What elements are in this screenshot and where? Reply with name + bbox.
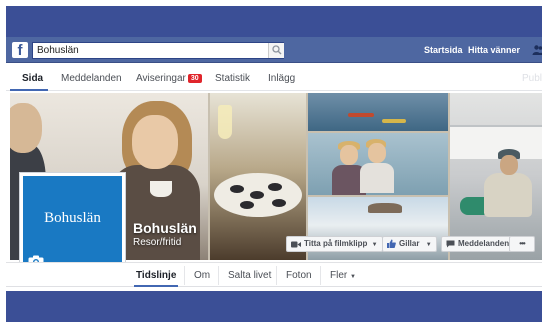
tab-more-label: Fler	[330, 270, 348, 281]
friend-requests-icon[interactable]	[532, 44, 542, 56]
chevron-down-icon: ▼	[371, 242, 378, 248]
search-button[interactable]	[268, 43, 284, 58]
home-link[interactable]: Startsida	[424, 45, 463, 55]
facebook-top-bar: f Bohuslän Startsida Hitta vänner	[6, 37, 542, 63]
page-title[interactable]: Bohuslän	[133, 220, 197, 236]
message-label: Meddelanden	[458, 239, 510, 248]
page-admin-tabs: Sida Meddelanden Aviseringar 30 Statistik…	[6, 63, 542, 91]
cover-photo-boat-man	[450, 93, 542, 260]
tab-insights[interactable]: Statistik	[215, 73, 250, 84]
tab-notifications-label: Aviseringar	[136, 73, 186, 84]
tab-messages[interactable]: Meddelanden	[61, 73, 122, 84]
video-camera-icon	[291, 241, 301, 248]
divider	[218, 266, 219, 285]
screenshot-frame-bottom	[0, 322, 542, 329]
watch-video-button[interactable]: Titta på filmklipp ▼	[286, 236, 383, 252]
publishing-tools-tab[interactable]: Publ	[522, 73, 542, 84]
search-icon	[272, 45, 282, 55]
cover-photo-children	[308, 133, 448, 195]
find-friends-link[interactable]: Hitta vänner	[468, 45, 520, 55]
frame-band-top	[6, 6, 542, 37]
profile-picture[interactable]: Bohuslän	[19, 172, 126, 275]
timeline-tabs: Tidslinje Om Salta livet Foton Fler ▼	[6, 262, 542, 287]
message-icon	[446, 240, 455, 248]
active-tab-indicator	[134, 285, 178, 287]
tab-salta-livet[interactable]: Salta livet	[228, 270, 271, 281]
tab-about[interactable]: Om	[194, 270, 210, 281]
divider	[184, 266, 185, 285]
tab-notifications[interactable]: Aviseringar 30	[136, 73, 202, 84]
tab-page[interactable]: Sida	[22, 73, 43, 84]
thumbs-up-icon	[387, 239, 396, 248]
cover-photo-kayaks	[308, 93, 448, 131]
message-button[interactable]: Meddelanden	[441, 236, 515, 252]
profile-logo-text: Bohuslän	[44, 210, 101, 226]
facebook-logo-icon[interactable]: f	[12, 42, 28, 58]
chevron-down-icon: ▼	[425, 242, 432, 248]
like-label: Gillar	[399, 239, 420, 248]
tab-more[interactable]: Fler ▼	[330, 270, 356, 281]
search-input[interactable]: Bohuslän	[32, 42, 284, 59]
caret-down-icon: ▼	[350, 274, 356, 280]
watch-video-label: Titta på filmklipp	[304, 239, 368, 248]
cover-photo-seafood	[210, 93, 306, 260]
notification-count-badge: 30	[187, 74, 202, 83]
tab-timeline[interactable]: Tidslinje	[136, 270, 176, 281]
like-button[interactable]: Gillar ▼	[382, 236, 437, 252]
active-tab-indicator	[10, 89, 48, 91]
divider	[320, 266, 321, 285]
tab-photos[interactable]: Foton	[286, 270, 312, 281]
tab-posts[interactable]: Inlägg	[268, 73, 295, 84]
page-category[interactable]: Resor/fritid	[133, 237, 181, 248]
more-options-button[interactable]: •••	[509, 236, 535, 252]
divider	[276, 266, 277, 285]
